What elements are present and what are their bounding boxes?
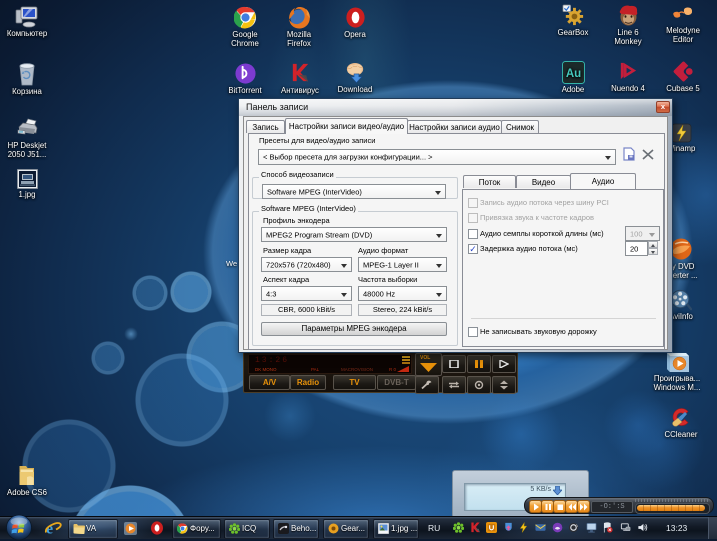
svg-text:Au: Au [565,68,580,80]
